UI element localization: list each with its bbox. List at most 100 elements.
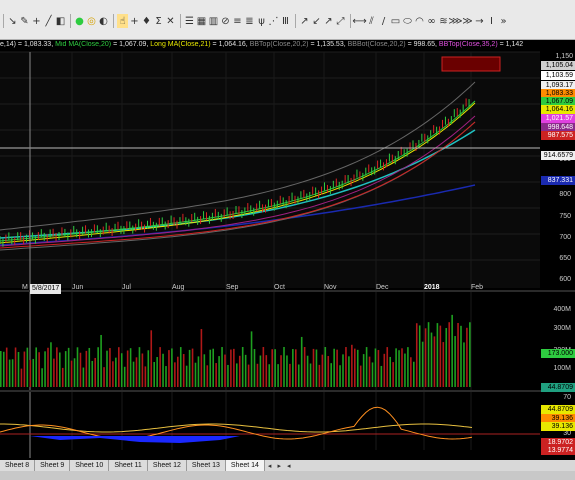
volume-bar [118, 347, 120, 387]
volume-bar [38, 352, 40, 387]
volume-current-tag: 173.000 [541, 349, 575, 358]
volume-bar [141, 353, 144, 387]
lines-icon[interactable]: ≋ [438, 14, 449, 28]
volume-bar [17, 351, 20, 387]
arrow-icon[interactable]: ↘ [7, 14, 18, 28]
legend-value: = 1,067.09, [113, 41, 149, 48]
indicator-legend: e,14) = 1,083.33, Mid MA(Close,20) = 1,0… [0, 41, 540, 51]
volume-bar [241, 347, 244, 387]
tab-sheet-8[interactable]: Sheet 8 [0, 460, 36, 471]
bars-icon[interactable]: ▥ [208, 14, 219, 28]
volume-bar [126, 350, 129, 387]
color-icon[interactable]: ● [74, 14, 85, 28]
diagonal-icon[interactable]: ↗ [323, 14, 334, 28]
tab-scroll-first-icon[interactable]: ◂ [284, 462, 294, 470]
arrow-right-icon[interactable]: → [474, 14, 485, 28]
volume-bar [218, 356, 220, 387]
hand-icon[interactable]: ☝ [117, 14, 128, 28]
cross-icon[interactable]: ✕ [165, 14, 176, 28]
ray-left-icon[interactable]: ↙ [311, 14, 322, 28]
slash-icon[interactable]: / [378, 14, 389, 28]
crosshair-icon[interactable]: + [31, 14, 42, 28]
legend-value: = 1,142 [499, 41, 524, 48]
volume-bar [168, 350, 170, 387]
sigma-icon[interactable]: Σ [153, 14, 164, 28]
eraser-icon[interactable]: ◧ [55, 14, 66, 28]
volume-bar [256, 363, 259, 387]
speed-icon[interactable]: ≫ [462, 14, 473, 28]
volume-bar [85, 350, 88, 387]
fan-icon[interactable]: ⋰ [268, 14, 279, 28]
volume-bar [306, 355, 309, 387]
volume-bar [230, 349, 232, 387]
volume-bar [97, 347, 99, 387]
volume-bar [359, 365, 362, 387]
price-axis-top-label: 1,150 [555, 53, 573, 60]
volume-bar [138, 347, 141, 387]
fib-icon[interactable]: ≡ [232, 14, 243, 28]
volume-bar [356, 349, 359, 387]
trend-icon[interactable]: ⤢ [335, 14, 346, 28]
tab-sheet-10[interactable]: Sheet 10 [70, 460, 110, 471]
volume-bar [286, 355, 288, 387]
text-icon[interactable]: Ⅰ [486, 14, 497, 28]
volume-bar [371, 362, 374, 387]
price-value-tag: 987.575 [541, 131, 575, 140]
rectangle-icon[interactable]: ▭ [390, 14, 401, 28]
volume-bar [129, 348, 132, 387]
chart-svg[interactable] [0, 40, 575, 458]
volume-bar [120, 353, 123, 387]
style-icon[interactable]: ◐ [98, 14, 109, 28]
price-tick-label: 700 [559, 234, 571, 241]
volume-bar [8, 359, 11, 387]
ellipse-icon[interactable]: ⬭ [402, 14, 413, 28]
volume-bar [32, 358, 35, 387]
volume-bar [188, 349, 191, 387]
list-icon[interactable]: ☰ [184, 14, 195, 28]
line-icon[interactable]: ╱ [43, 14, 54, 28]
channel-icon[interactable]: ⫽ [366, 14, 377, 28]
tab-scroll-right-icon[interactable]: ▸ [274, 462, 284, 470]
ray-icon[interactable]: ↗ [299, 14, 310, 28]
volume-bar [76, 347, 79, 387]
horizontal-line-icon[interactable]: ⟷ [352, 14, 366, 28]
volume-bar [448, 322, 450, 387]
gann-icon[interactable]: ⋙ [448, 14, 462, 28]
tab-sheet-11[interactable]: Sheet 11 [109, 460, 148, 471]
tab-scroll-left-icon[interactable]: ◂ [265, 462, 275, 470]
legend-item: Mid MA(Close,20) [55, 41, 112, 48]
oscillator-value-tag: 44.8709 [541, 405, 575, 414]
volume-bar [147, 350, 150, 387]
volume-bar [2, 351, 5, 387]
volume-bar [224, 354, 226, 387]
chart-area[interactable] [0, 40, 575, 458]
grid-icon[interactable]: ▦ [196, 14, 207, 28]
volume-bar [59, 352, 61, 387]
overflow-icon[interactable]: » [498, 14, 509, 28]
pitchfork-icon[interactable]: ψ [256, 14, 267, 28]
oscillator-value-tag: 13.9774 [541, 446, 575, 455]
volume-bar [29, 359, 32, 387]
arc-icon[interactable]: ◠ [414, 14, 425, 28]
levels-icon[interactable]: ≣ [244, 14, 255, 28]
tab-sheet-13[interactable]: Sheet 13 [186, 460, 226, 471]
cycle-icon[interactable]: ∞ [426, 14, 437, 28]
volume-bar [227, 364, 229, 387]
volume-bar [327, 356, 330, 387]
move-icon[interactable]: + [129, 14, 140, 28]
refresh-icon[interactable]: ◎ [86, 14, 97, 28]
volume-bar [159, 347, 161, 387]
volume-bar [209, 349, 212, 387]
marker-icon[interactable]: ♦ [141, 14, 152, 28]
volume-bar [460, 325, 462, 387]
tab-sheet-14[interactable]: Sheet 14 [225, 460, 265, 471]
bars-vertical-icon[interactable]: Ⅲ [280, 14, 291, 28]
pen-icon[interactable]: ✎ [19, 14, 30, 28]
volume-bar [410, 357, 412, 387]
strike-icon[interactable]: ⊘ [220, 14, 231, 28]
tab-sheet-9[interactable]: Sheet 9 [35, 460, 71, 471]
volume-bar [56, 347, 58, 387]
toolbar-separator [113, 14, 114, 28]
volume-bar [174, 362, 176, 387]
tab-sheet-12[interactable]: Sheet 12 [147, 460, 187, 471]
